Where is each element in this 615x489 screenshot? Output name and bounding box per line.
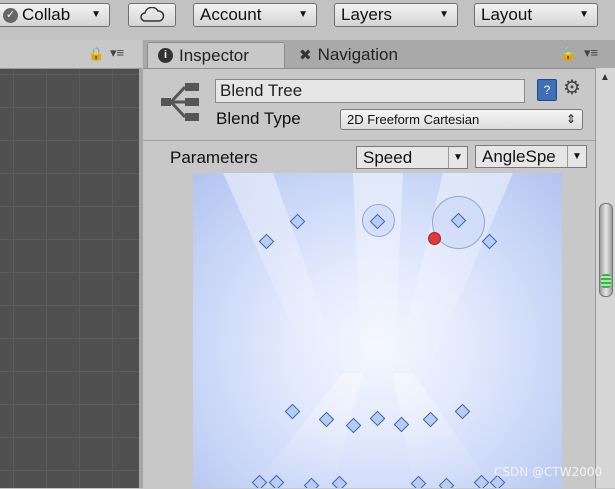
collab-label: Collab (22, 5, 71, 24)
parameter-x-value: Speed (363, 147, 413, 167)
watermark: CSDN @CTW2000 (494, 465, 603, 479)
up-down-arrows-icon: ⇕ (565, 112, 576, 126)
dropdown-arrow-icon: ▼ (439, 9, 449, 20)
scrollbar-grip-icon (601, 274, 611, 288)
blend-tree-icon (161, 83, 199, 121)
info-icon: i (158, 48, 173, 63)
parameter-y-value: AngleSpe (482, 146, 556, 166)
dropdown-arrow-icon: ▼ (298, 9, 308, 20)
panel-menu-icon[interactable]: ▾≡ (110, 45, 124, 61)
scroll-up-arrow-icon[interactable]: ▲ (600, 72, 610, 83)
account-label: Account (200, 5, 262, 24)
navigation-icon: ✖ (299, 47, 312, 64)
layout-dropdown[interactable]: Layout ▼ (474, 3, 598, 27)
blend-space-graph[interactable] (193, 173, 562, 488)
cloud-icon (140, 7, 165, 22)
tab-navigation-label: Navigation (317, 45, 398, 64)
panel-menu-icon[interactable]: ▾≡ (584, 45, 598, 61)
account-dropdown[interactable]: Account ▼ (193, 3, 317, 27)
tab-inspector-label: Inspector (179, 45, 249, 65)
layers-label: Layers (341, 5, 393, 24)
parameters-label: Parameters (170, 148, 258, 167)
inspector-tab-bar: i Inspector ✖ Navigation 🔒 ▾≡ (143, 40, 615, 68)
section-divider (143, 140, 595, 141)
inspector-scrollbar[interactable]: ▲ (595, 68, 615, 488)
dropdown-arrow-icon: ▼ (579, 9, 589, 20)
help-book-icon[interactable]: ? (537, 79, 557, 101)
blend-type-label: Blend Type (216, 109, 301, 128)
scene-view[interactable] (0, 69, 139, 488)
scene-panel-header: 🔒 ▾≡ (0, 40, 142, 69)
dropdown-arrow-icon: ▼ (567, 146, 586, 167)
dropdown-arrow-icon: ▼ (91, 9, 101, 20)
cloud-button[interactable] (128, 3, 176, 27)
check-circle-icon: ✓ (3, 7, 18, 23)
blend-tree-name: Blend Tree (220, 81, 303, 100)
collab-button[interactable]: ✓ Collab ▼ (0, 3, 110, 27)
tab-inspector[interactable]: i Inspector (147, 42, 285, 68)
layers-dropdown[interactable]: Layers ▼ (334, 3, 458, 27)
lock-icon[interactable]: 🔒 (88, 46, 104, 62)
current-blend-point[interactable] (428, 232, 441, 245)
dropdown-arrow-icon: ▼ (448, 147, 467, 168)
lock-icon[interactable]: 🔒 (560, 46, 576, 62)
scrollbar-thumb[interactable] (599, 203, 613, 297)
parameter-x-dropdown[interactable]: Speed ▼ (356, 146, 468, 169)
blend-type-dropdown[interactable]: 2D Freeform Cartesian ⇕ (340, 109, 583, 130)
blend-tree-name-field[interactable]: Blend Tree (215, 79, 525, 103)
tab-navigation[interactable]: ✖ Navigation (289, 42, 429, 68)
gear-icon[interactable]: ⚙ (563, 75, 581, 100)
blend-type-value: 2D Freeform Cartesian (347, 112, 480, 127)
layout-label: Layout (481, 5, 533, 24)
parameter-y-dropdown[interactable]: AngleSpe ▼ (475, 145, 587, 168)
